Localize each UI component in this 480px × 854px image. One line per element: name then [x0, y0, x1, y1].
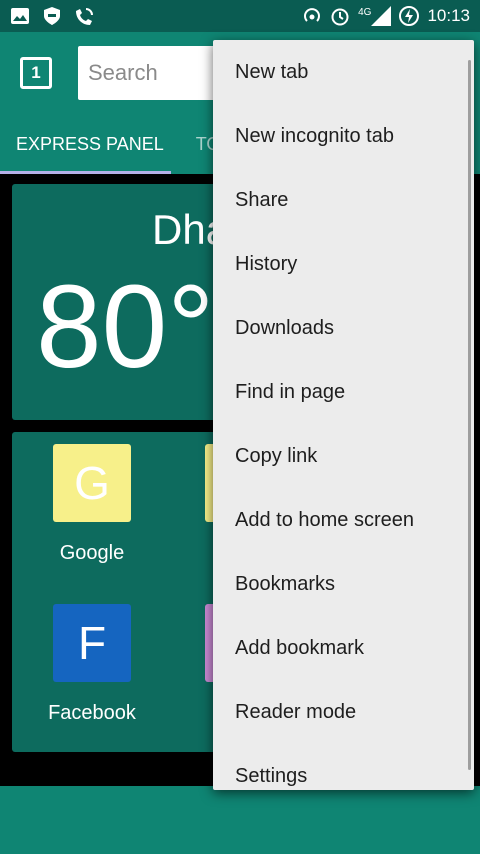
menu-item-history[interactable]: History — [213, 232, 474, 296]
signal-icon — [371, 6, 392, 26]
menu-item-bookmarks[interactable]: Bookmarks — [213, 552, 474, 616]
menu-item-find-in-page[interactable]: Find in page — [213, 360, 474, 424]
gallery-icon — [10, 6, 30, 26]
tab-express-panel[interactable]: EXPRESS PANEL — [0, 114, 180, 174]
hotspot-icon — [302, 6, 322, 26]
menu-item-copy-link[interactable]: Copy link — [213, 424, 474, 488]
menu-item-new-incognito-tab[interactable]: New incognito tab — [213, 104, 474, 168]
bottom-bar — [0, 786, 480, 854]
shortcut-label: Facebook — [48, 702, 136, 724]
alarm-icon — [330, 6, 350, 26]
menu-item-downloads[interactable]: Downloads — [213, 296, 474, 360]
menu-item-reader-mode[interactable]: Reader mode — [213, 680, 474, 744]
menu-item-new-tab[interactable]: New tab — [213, 40, 474, 104]
weather-temperature: 80° — [36, 261, 215, 393]
battery-charging-icon — [399, 6, 420, 26]
network-type: 4G — [358, 6, 372, 18]
menu-item-settings[interactable]: Settings — [213, 744, 474, 790]
menu-item-add-to-home-screen[interactable]: Add to home screen — [213, 488, 474, 552]
menu-scrollbar[interactable] — [468, 60, 471, 770]
shortcut-label: Google — [59, 542, 125, 564]
wifi-calling-icon — [74, 6, 94, 26]
shortcut-facebook[interactable]: F Facebook — [12, 604, 172, 725]
shortcut-google[interactable]: G Google — [12, 444, 172, 565]
shield-icon — [42, 6, 62, 26]
overflow-menu: New tab New incognito tab Share History … — [213, 40, 474, 790]
menu-item-add-bookmark[interactable]: Add bookmark — [213, 616, 474, 680]
menu-item-share[interactable]: Share — [213, 168, 474, 232]
google-tile-icon: G — [53, 444, 131, 522]
status-time: 10:13 — [427, 6, 470, 25]
tab-switcher-button[interactable]: 1 — [20, 57, 52, 89]
facebook-tile-icon: F — [53, 604, 131, 682]
status-bar: 4G 10:13 — [0, 0, 480, 32]
